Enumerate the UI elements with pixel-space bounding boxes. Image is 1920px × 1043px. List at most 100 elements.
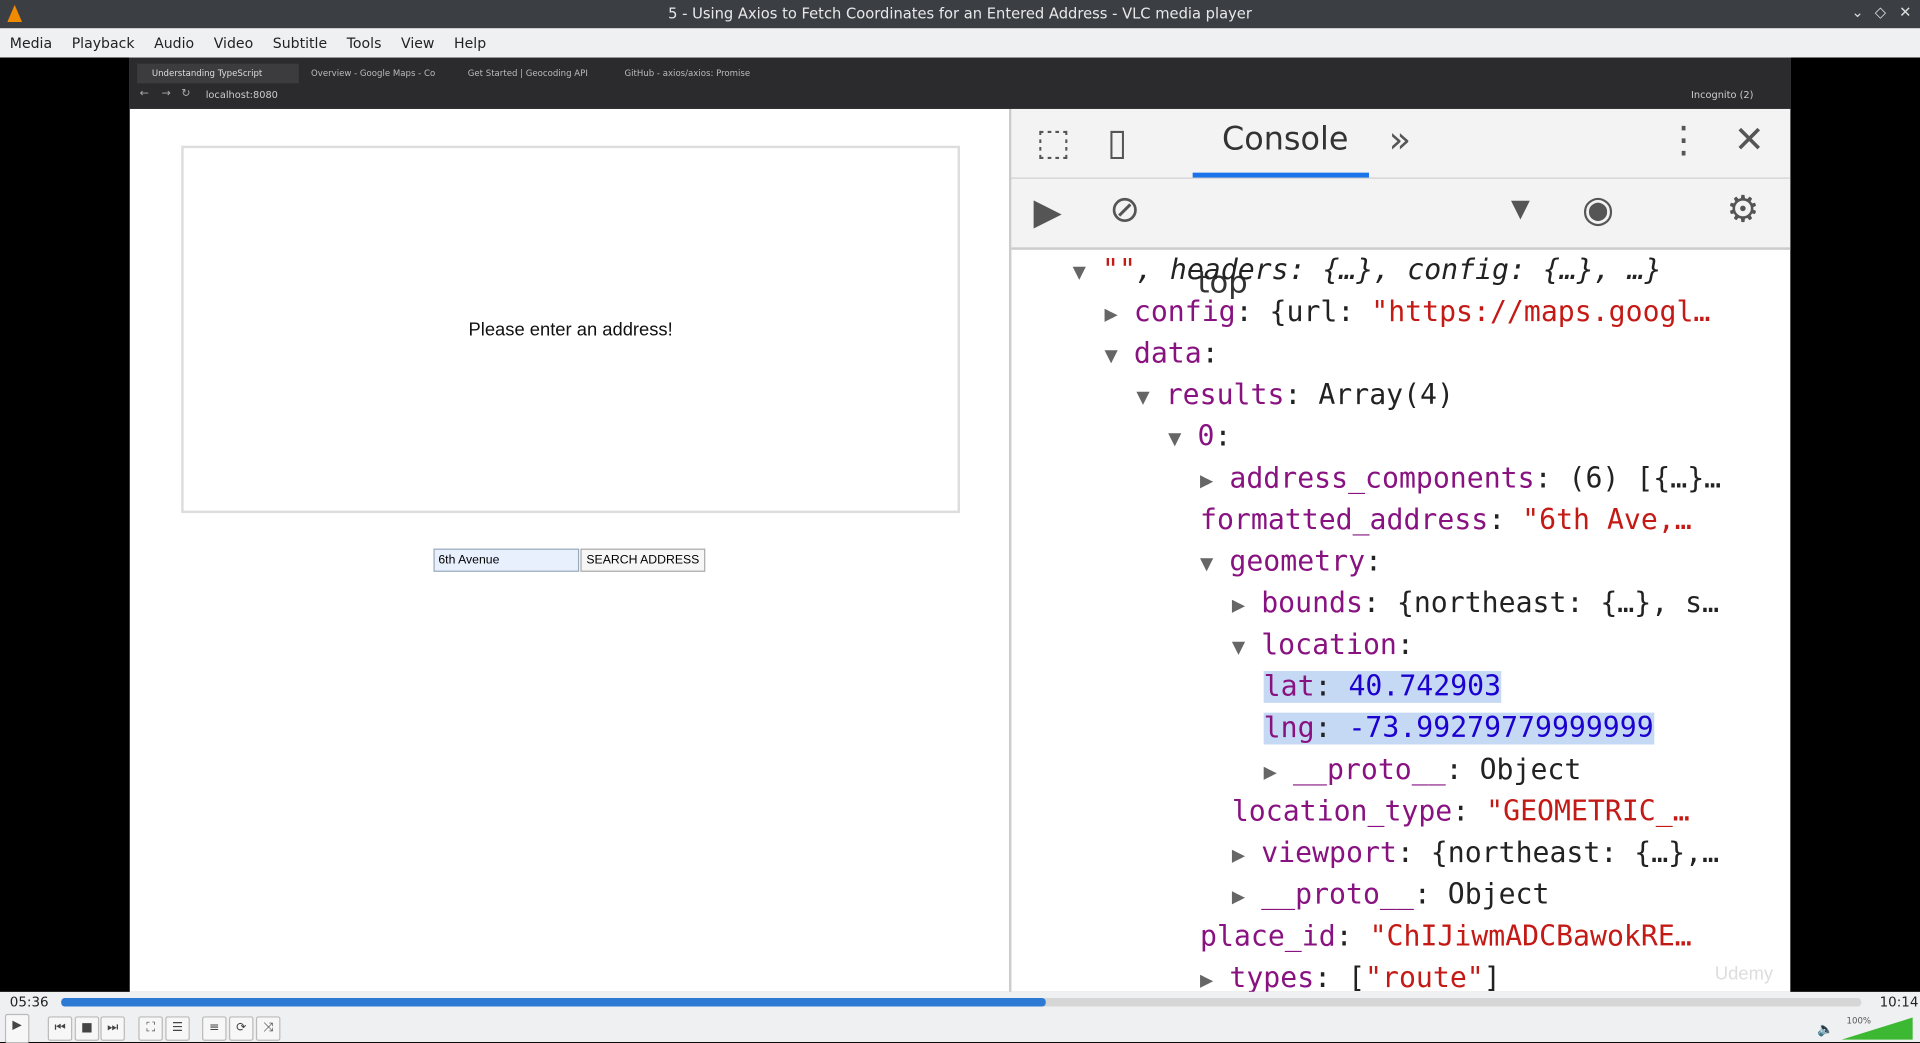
console-token: : (1201, 337, 1219, 370)
video-frame: Understanding TypeScript Overview - Goog… (129, 57, 1791, 992)
console-token: __proto__ (1261, 879, 1414, 912)
console-token: : [ (1314, 962, 1366, 992)
expand-triangle-icon[interactable]: ▶ (1232, 877, 1261, 919)
map-box: Please enter an address! (181, 145, 961, 514)
window-title: 5 - Using Axios to Fetch Coordinates for… (668, 4, 1252, 23)
expand-triangle-icon[interactable]: ▶ (1264, 752, 1293, 794)
console-token: geometry (1229, 546, 1366, 578)
minimize-button[interactable]: ⌄ (1851, 4, 1863, 21)
playlist-button[interactable]: ≡ (202, 1016, 227, 1041)
seek-progress (61, 997, 1046, 1007)
play-button[interactable]: ▶ (4, 1013, 30, 1043)
shuffle-button[interactable]: ⤨ (255, 1016, 281, 1041)
browser-tab: Get Started | Geocoding API (467, 68, 588, 79)
previous-button[interactable]: ⏮ (47, 1016, 73, 1041)
console-token: ] (1483, 962, 1501, 992)
expand-triangle-icon[interactable]: ▶ (1232, 835, 1261, 877)
loop-button[interactable]: ⟳ (228, 1016, 254, 1041)
dropdown-arrow-icon: ▼ (1511, 193, 1530, 223)
console-token: : (1452, 795, 1487, 828)
stop-button[interactable]: ■ (74, 1016, 100, 1041)
console-token: bounds (1261, 587, 1363, 620)
close-button[interactable]: ✕ (1899, 4, 1911, 21)
console-line: place_id: "ChIJiwmADCBawokRE… (1200, 916, 1692, 958)
console-token: viewport (1261, 837, 1397, 870)
expand-triangle-icon[interactable]: ▶ (1200, 960, 1229, 991)
console-line: location_type: "GEOMETRIC_… (1232, 791, 1690, 833)
extended-settings-button[interactable]: ☰ (165, 1016, 190, 1041)
console-token: address_components (1229, 462, 1535, 495)
console-line[interactable]: ▶ config: {url: "https://maps.googl… (1104, 291, 1710, 333)
menu-tools[interactable]: Tools (337, 28, 391, 51)
settings-gear-icon: ⚙ (1726, 188, 1760, 232)
tab-underline (1192, 172, 1369, 178)
console-line[interactable]: ▼ results: Array(4) (1136, 375, 1454, 417)
console-line[interactable]: ▼ data: (1104, 333, 1218, 375)
console-line[interactable]: ▼ location: (1232, 624, 1414, 666)
console-tab: Console (1222, 121, 1349, 158)
browser-tab: Understanding TypeScript (137, 63, 299, 84)
console-token: "route" (1365, 962, 1484, 992)
collapse-triangle-icon[interactable]: ▼ (1104, 336, 1133, 378)
console-line: lat: 40.742903 (1263, 666, 1502, 708)
collapse-triangle-icon[interactable]: ▼ (1073, 252, 1102, 294)
console-line[interactable]: ▶ bounds: {northeast: {…}, s… (1232, 583, 1719, 625)
collapse-triangle-icon[interactable]: ▼ (1168, 419, 1197, 461)
clear-console-icon: ⊘ (1109, 188, 1141, 232)
volume-level: 100% (1846, 1016, 1872, 1027)
console-token: location_type (1231, 795, 1453, 828)
collapse-triangle-icon[interactable]: ▼ (1136, 377, 1165, 419)
console-line[interactable]: ▶ __proto__: Object (1264, 749, 1582, 791)
elapsed-time: 05:36 (9, 994, 49, 1011)
video-area[interactable]: Understanding TypeScript Overview - Goog… (0, 57, 1920, 992)
console-line[interactable]: ▶ __proto__: Object (1232, 874, 1550, 916)
console-token: : {url: (1235, 296, 1372, 329)
console-token: __proto__ (1293, 754, 1446, 787)
console-token: "6th Ave,… (1522, 504, 1692, 537)
console-line[interactable]: ▶ viewport: {northeast: {…},… (1232, 833, 1719, 875)
reload-icon: ↻ (181, 88, 191, 101)
console-line[interactable]: ▼ "", headers: {…}, config: {…}, …} (1073, 250, 1662, 292)
console-token: results (1165, 379, 1285, 412)
menu-view[interactable]: View (391, 28, 444, 51)
expand-triangle-icon[interactable]: ▶ (1104, 294, 1133, 336)
collapse-triangle-icon[interactable]: ▼ (1232, 627, 1261, 669)
console-token: : {northeast: {…}, s… (1362, 587, 1720, 620)
seek-bar[interactable] (61, 997, 1862, 1007)
console-token: : Object (1445, 754, 1582, 787)
menu-help[interactable]: Help (444, 28, 496, 51)
console-token: 0 (1197, 421, 1215, 454)
console-token: : (1488, 504, 1523, 537)
speaker-icon[interactable]: 🔈 (1817, 1021, 1834, 1037)
devtools-panel: ⬚ ▯ Console » ⋮ ✕ ▶ ⊘ top ▼ ◉ ⚙ ▼ "", hea… (1008, 108, 1791, 992)
next-button[interactable]: ⏭ (100, 1016, 125, 1041)
console-token: : (1365, 546, 1383, 578)
console-line[interactable]: ▶ address_components: (6) [{…}… (1200, 458, 1721, 500)
collapse-triangle-icon[interactable]: ▼ (1200, 544, 1229, 586)
expand-triangle-icon[interactable]: ▶ (1200, 460, 1229, 502)
menu-playback[interactable]: Playback (62, 28, 144, 51)
console-line: lng: -73.99279779999999 (1263, 708, 1654, 750)
console-token: : Object (1413, 879, 1550, 912)
web-page: Please enter an address! 6th Avenue SEAR… (129, 108, 1009, 992)
console-token: location (1261, 629, 1397, 662)
restore-button[interactable]: ◇ (1875, 4, 1886, 21)
expand-triangle-icon[interactable]: ▶ (1232, 585, 1261, 627)
menu-audio[interactable]: Audio (144, 28, 204, 51)
player-controls: 05:36 10:14 ▶ ⏮ ■ ⏭ ⛶ ☰ ≡ ⟳ ⤨ 🔈 100% (0, 991, 1920, 1043)
menu-subtitle[interactable]: Subtitle (263, 28, 337, 51)
console-token: "ChIJiwmADCBawokRE… (1369, 920, 1692, 953)
console-output: ▼ "", headers: {…}, config: {…}, …} ▶ confi… (1011, 250, 1790, 992)
fullscreen-button[interactable]: ⛶ (138, 1016, 163, 1041)
console-token: , headers: {…}, config: {…}, …} (1135, 254, 1662, 287)
console-line[interactable]: ▼ 0: (1168, 416, 1231, 458)
forward-icon: → (161, 88, 171, 101)
console-line: formatted_address: "6th Ave,… (1200, 500, 1692, 542)
menu-media[interactable]: Media (0, 28, 62, 51)
menu-video[interactable]: Video (204, 28, 263, 51)
total-time: 10:14 (1879, 994, 1919, 1011)
console-token: : (1396, 629, 1414, 662)
search-address-button: SEARCH ADDRESS (580, 548, 706, 572)
console-line[interactable]: ▼ geometry: (1200, 541, 1382, 583)
console-line[interactable]: ▶ types: ["route"] (1200, 958, 1501, 992)
